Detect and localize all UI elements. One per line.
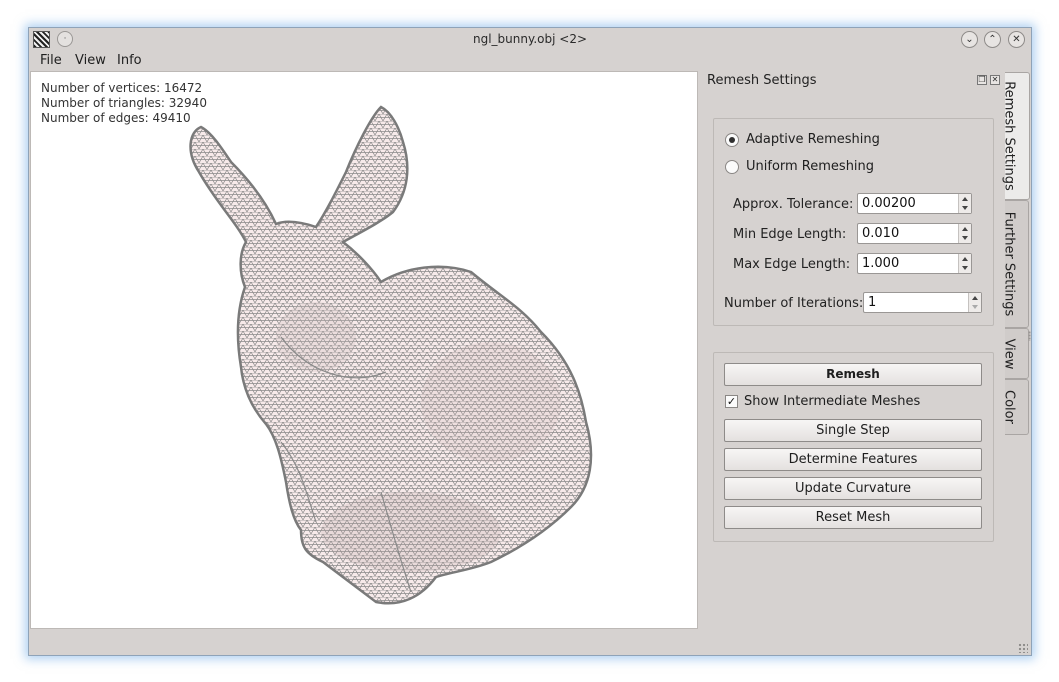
title-bar[interactable]: · ngl_bunny.obj <2> ⌄ ⌃ ✕ [29,28,1031,52]
min-edge-length-label: Min Edge Length: [733,227,847,242]
adaptive-radio[interactable] [725,132,739,147]
status-bar [29,631,1031,656]
tab-view[interactable]: View [1001,328,1029,379]
min-edge-length-spinbox[interactable]: 0.010 [857,223,972,244]
tab-further-settings-label: Further Settings [1001,211,1017,317]
single-step-button[interactable]: Single Step [724,419,982,442]
stat-vertices: Number of vertices: 16472 [41,81,203,95]
adaptive-label: Adaptive Remeshing [746,132,880,147]
approx-tolerance-spinbox[interactable]: 0.00200 [857,193,972,214]
iterations-stepper[interactable] [968,293,981,312]
minimize-button[interactable]: ⌄ [961,31,978,48]
bunny-wireframe [190,107,591,604]
show-intermediate-option[interactable]: ✓ Show Intermediate Meshes [725,394,920,409]
max-edge-length-stepper[interactable] [958,254,971,273]
dock-splitter-handle[interactable] [1028,331,1031,341]
app-window: · ngl_bunny.obj <2> ⌄ ⌃ ✕ File View Info [28,27,1032,656]
menu-info[interactable]: Info [117,53,142,68]
remesh-button[interactable]: Remesh [724,363,982,386]
uniform-remeshing-option[interactable]: Uniform Remeshing [725,159,874,174]
determine-features-button[interactable]: Determine Features [724,448,982,471]
maximize-button[interactable]: ⌃ [984,31,1001,48]
iterations-value[interactable]: 1 [868,295,876,310]
tab-color[interactable]: Color [1001,379,1029,435]
tab-remesh-settings[interactable]: Remesh Settings [1001,72,1030,200]
window-title: ngl_bunny.obj <2> [472,32,588,46]
show-intermediate-label: Show Intermediate Meshes [744,394,921,409]
menu-view[interactable]: View [75,53,106,68]
approx-tolerance-value[interactable]: 0.00200 [862,196,916,211]
min-edge-length-value[interactable]: 0.010 [862,226,899,241]
menu-file[interactable]: File [40,53,62,68]
iterations-label: Number of Iterations: [724,296,864,311]
approx-tolerance-stepper[interactable] [958,194,971,213]
tab-remesh-settings-label: Remesh Settings [1001,81,1017,191]
max-edge-length-value[interactable]: 1.000 [862,256,899,271]
mesh-viewport[interactable]: Number of vertices: 16472 Number of tria… [30,71,698,629]
uniform-radio[interactable] [725,159,739,174]
show-intermediate-checkbox[interactable]: ✓ [725,395,738,408]
stat-triangles: Number of triangles: 32940 [41,96,207,110]
dock-close-icon[interactable]: ✕ [990,75,1000,85]
mesh-stats: Number of vertices: 16472 Number of tria… [41,81,207,126]
approx-tolerance-label: Approx. Tolerance: [733,197,854,212]
tab-color-label: Color [1001,390,1017,424]
update-curvature-button[interactable]: Update Curvature [724,477,982,500]
menu-bar: File View Info [29,52,1031,72]
dock-title: Remesh Settings [707,73,817,88]
tab-view-label: View [1001,338,1017,369]
reset-mesh-button[interactable]: Reset Mesh [724,506,982,529]
max-edge-length-label: Max Edge Length: [733,257,851,272]
bunny-mesh [189,105,593,605]
max-edge-length-spinbox[interactable]: 1.000 [857,253,972,274]
uniform-label: Uniform Remeshing [746,159,875,174]
close-button[interactable]: ✕ [1008,31,1025,48]
tab-further-settings[interactable]: Further Settings [1001,200,1029,328]
stat-edges: Number of edges: 49410 [41,111,191,125]
dock-float-icon[interactable]: ❐ [977,75,987,85]
resize-grip-icon[interactable] [1018,643,1028,653]
adaptive-remeshing-option[interactable]: Adaptive Remeshing [725,132,880,147]
min-edge-length-stepper[interactable] [958,224,971,243]
iterations-spinbox[interactable]: 1 [863,292,982,313]
